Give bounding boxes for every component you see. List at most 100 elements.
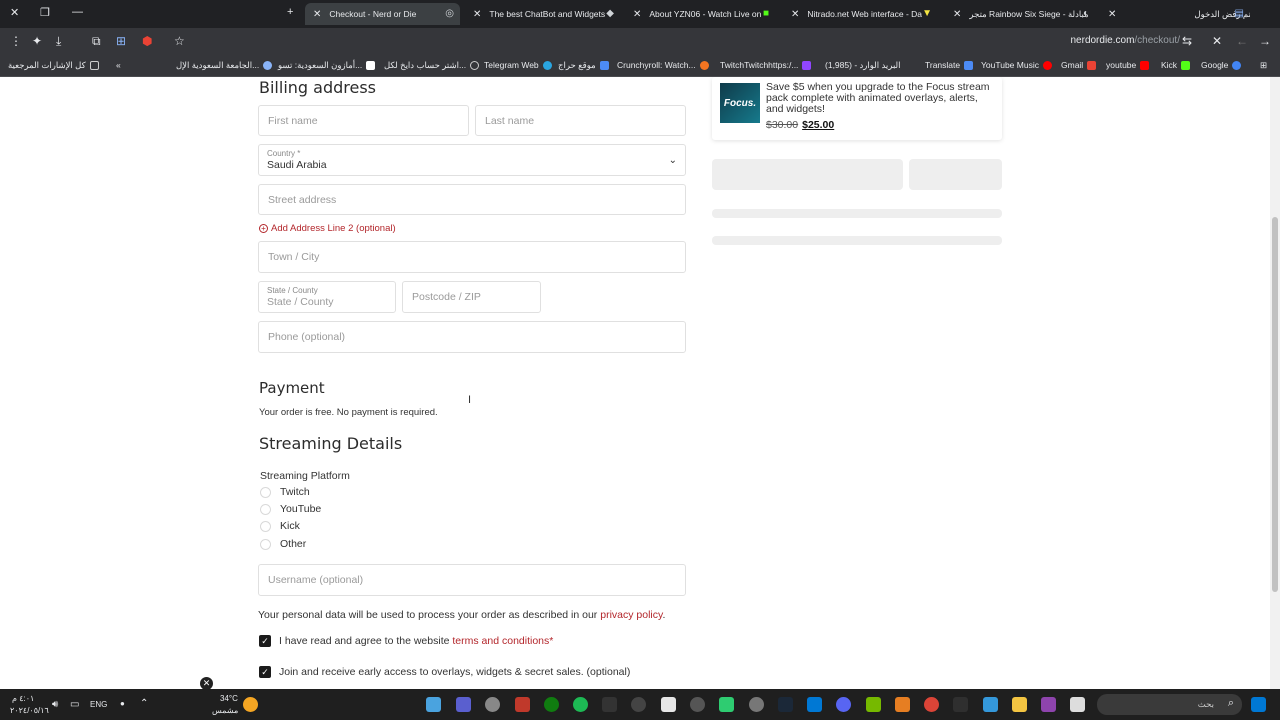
nvidia-icon[interactable]	[866, 697, 881, 712]
app-icon[interactable]	[631, 697, 646, 712]
bookmark-kick[interactable]: Kick	[1161, 60, 1191, 70]
radio-youtube[interactable]: YouTube	[260, 503, 321, 515]
bookmark-telegram[interactable]: Telegram Web	[484, 60, 552, 70]
last-name-field[interactable]: Last name	[475, 105, 686, 136]
stop-icon[interactable]: ✕	[1212, 34, 1222, 48]
app-icon[interactable]	[690, 697, 705, 712]
radio-circle[interactable]	[260, 486, 271, 498]
translate-icon[interactable]: ⊞	[116, 34, 126, 48]
newsletter-checkbox[interactable]: ✓	[259, 666, 271, 678]
adblock-icon[interactable]: ⬢	[142, 34, 152, 48]
network-icon[interactable]: ▭	[70, 699, 79, 710]
app-icon[interactable]	[661, 697, 676, 712]
country-select[interactable]: Country * Saudi Arabia ⌄	[258, 144, 686, 176]
taskbar-search[interactable]: بحث ⌕	[1097, 694, 1242, 715]
close-icon[interactable]: ✕	[200, 677, 213, 689]
first-name-field[interactable]: First name	[258, 105, 469, 136]
copilot-icon[interactable]	[1041, 697, 1056, 712]
bookmark-saudi-uni[interactable]: الجامعة السعودية الإل...	[176, 60, 273, 71]
chrome-icon[interactable]	[924, 697, 939, 712]
xbox-icon[interactable]	[544, 697, 559, 712]
app-icon[interactable]	[895, 697, 910, 712]
add-address-line2-link[interactable]: + Add Address Line 2 (optional)	[259, 223, 396, 234]
app-icon[interactable]	[602, 697, 617, 712]
terms-checkbox[interactable]: ✓	[259, 635, 271, 647]
language-indicator[interactable]: ENG	[90, 700, 107, 709]
app-icon[interactable]	[807, 697, 822, 712]
bookmark-inbox[interactable]: البريد الوارد - (1,985)	[825, 60, 901, 71]
download-icon[interactable]: ⤓	[56, 34, 61, 49]
bookmark-haraj[interactable]: موقع حراج	[558, 60, 609, 71]
tab-denied[interactable]: ✕ تم رفض الدخول ▤	[1100, 3, 1250, 25]
bookmark-star-icon[interactable]: ☆	[174, 34, 185, 48]
radio-kick[interactable]: Kick	[260, 520, 300, 532]
bookmark-google[interactable]: Google	[1201, 60, 1242, 70]
tab-close-icon[interactable]: ✕	[473, 9, 481, 20]
discord-icon[interactable]	[836, 697, 851, 712]
tab-close-icon[interactable]: ✕	[633, 9, 641, 20]
app-icon[interactable]	[749, 697, 764, 712]
tab-nitrado[interactable]: ✕ Nitrado.net Web interface - Da ▼	[783, 3, 938, 25]
street-address-field[interactable]: Street address	[258, 184, 686, 215]
phone-field[interactable]: Phone (optional)	[258, 321, 686, 353]
restore-icon[interactable]: ❐	[40, 6, 50, 19]
app-icon[interactable]	[515, 697, 530, 712]
app-icon[interactable]	[485, 697, 500, 712]
extensions-puzzle-icon[interactable]: ⧉	[92, 34, 101, 49]
tab-rainbow[interactable]: ✕ متجر Rainbow Six Siege - مبادلة ◐	[945, 3, 1095, 25]
file-explorer-icon[interactable]	[1012, 697, 1027, 712]
chevron-up-icon[interactable]: ⌃	[140, 698, 148, 709]
minimize-icon[interactable]: —	[72, 6, 83, 18]
scrollbar-thumb[interactable]	[1272, 217, 1278, 592]
new-tab-icon[interactable]: +	[287, 6, 293, 18]
tab-checkout[interactable]: ✕ Checkout - Nerd or Die ◎	[305, 3, 460, 25]
radio-circle[interactable]	[260, 503, 271, 515]
tab-close-icon[interactable]: ✕	[313, 9, 321, 20]
bookmark-youtube-music[interactable]: YouTube Music	[981, 60, 1052, 70]
tab-kick[interactable]: ✕ About YZN06 - Watch Live on ■	[625, 3, 775, 25]
postcode-field[interactable]: Postcode / ZIP	[402, 281, 541, 313]
back-icon[interactable]: →	[1259, 34, 1271, 48]
town-city-field[interactable]: Town / City	[258, 241, 686, 273]
forward-icon[interactable]: ←	[1236, 34, 1248, 48]
radio-other[interactable]: Other	[260, 538, 306, 550]
bookmark-gmail[interactable]: Gmail	[1061, 60, 1097, 70]
new-price[interactable]: $25.00	[802, 119, 834, 131]
steam-icon[interactable]	[778, 697, 793, 712]
volume-icon[interactable]: 🔊︎	[52, 699, 58, 710]
username-field[interactable]: Username (optional)	[258, 564, 686, 596]
start-icon[interactable]	[1251, 697, 1266, 712]
tab-close-icon[interactable]: ✕	[1108, 9, 1116, 20]
tab-close-icon[interactable]: ✕	[791, 9, 799, 20]
bookmark-all[interactable]: كل الإشارات المرجعية	[8, 60, 99, 71]
epic-games-icon[interactable]	[953, 697, 968, 712]
terms-checkbox-row[interactable]: ✓ I have read and agree to the website t…	[259, 635, 553, 647]
store-icon[interactable]	[983, 697, 998, 712]
bookmark-youtube[interactable]: youtube	[1106, 60, 1150, 70]
app-icon[interactable]	[426, 697, 441, 712]
bookmark-twitch[interactable]: TwitchTwitchhttps:/...	[720, 60, 812, 70]
tab-chatbot[interactable]: ✕ The best ChatBot and Widgets ◆	[465, 3, 620, 25]
site-settings-icon[interactable]: ⇆	[1182, 34, 1192, 48]
bookmark-translate[interactable]: Translate	[925, 60, 974, 70]
extension-icon[interactable]: ✦	[32, 34, 42, 48]
chevron-icon[interactable]: «	[116, 60, 121, 70]
menu-icon[interactable]: ⋮	[10, 34, 22, 48]
radio-twitch[interactable]: Twitch	[260, 486, 310, 498]
bookmark-buy-account[interactable]: اشتر حساب دايخ لكل...	[384, 60, 480, 71]
task-view-icon[interactable]	[1070, 697, 1085, 712]
terms-link[interactable]: terms and conditions	[452, 635, 549, 647]
address-bar[interactable]: nerdordie.com/checkout/	[1070, 35, 1180, 46]
bookmark-amazon[interactable]: أمازون السعودية: تسو...	[278, 60, 376, 71]
state-county-field[interactable]: State / County State / County	[258, 281, 396, 313]
privacy-policy-link[interactable]: privacy policy	[600, 609, 662, 621]
tab-close-icon[interactable]: ✕	[953, 9, 961, 20]
app-icon[interactable]	[456, 697, 471, 712]
newsletter-checkbox-row[interactable]: ✓ Join and receive early access to overl…	[259, 666, 630, 678]
app-icon[interactable]	[719, 697, 734, 712]
bookmark-crunchyroll[interactable]: Crunchyroll: Watch...	[617, 60, 709, 70]
mic-icon[interactable]: ●	[120, 699, 125, 708]
close-window-icon[interactable]: ✕	[10, 6, 19, 19]
spotify-icon[interactable]	[573, 697, 588, 712]
scrollbar[interactable]	[1270, 77, 1280, 689]
